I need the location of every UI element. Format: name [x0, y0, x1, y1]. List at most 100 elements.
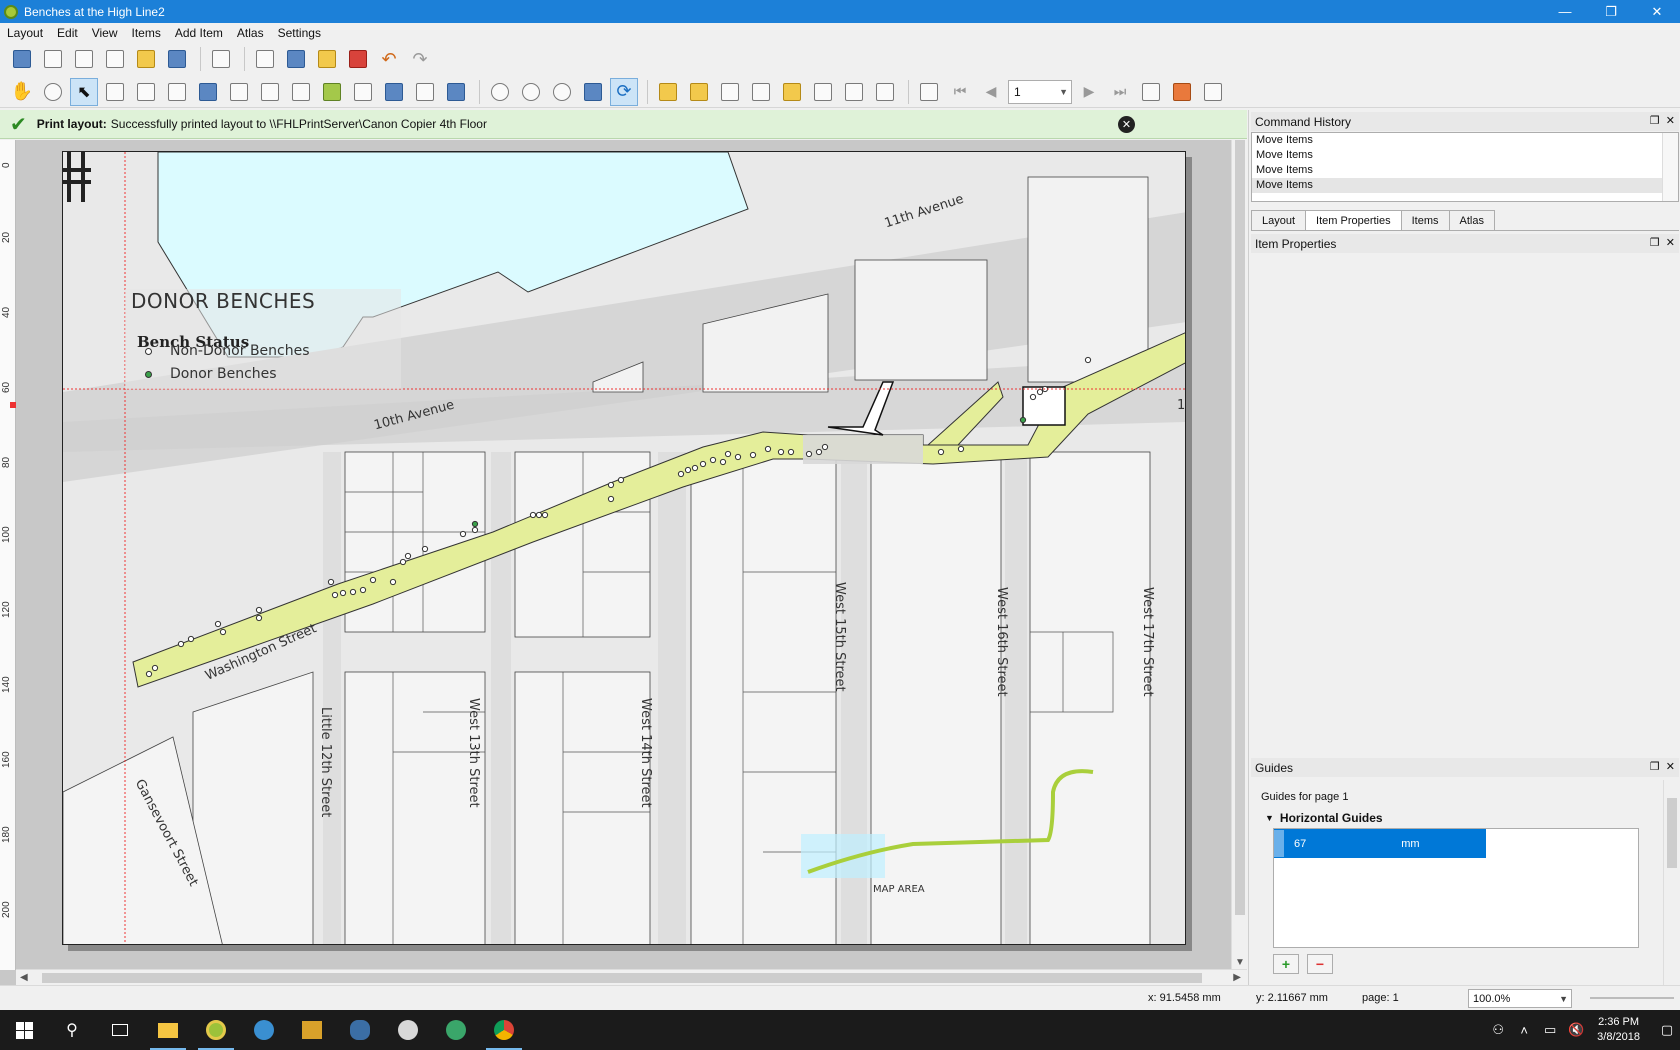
close-panel-icon[interactable]: ✕: [1666, 236, 1675, 249]
guide-marker[interactable]: [10, 402, 16, 408]
print-button[interactable]: [251, 45, 279, 73]
menu-edit[interactable]: Edit: [50, 26, 85, 40]
zoom-in-button[interactable]: [486, 78, 514, 106]
close-panel-icon[interactable]: ✕: [1666, 760, 1675, 773]
list-item[interactable]: Move Items: [1252, 163, 1678, 178]
zoom-tool-button[interactable]: [39, 78, 67, 106]
map-item[interactable]: [63, 152, 1186, 945]
taskbar-app-green[interactable]: [432, 1010, 480, 1050]
unlock-items-button[interactable]: [685, 78, 713, 106]
vertical-scrollbar[interactable]: ▼: [1231, 140, 1247, 970]
refresh-button[interactable]: ⟳: [610, 77, 638, 106]
previous-feature-button[interactable]: ◀: [977, 78, 1005, 106]
move-content-button[interactable]: [101, 78, 129, 106]
list-item[interactable]: Move Items: [1252, 178, 1678, 193]
taskbar-qgis-browser[interactable]: [240, 1010, 288, 1050]
redo-button[interactable]: ↷: [406, 45, 434, 73]
align-left-button[interactable]: [809, 78, 837, 106]
add-label-button[interactable]: [225, 78, 253, 106]
tab-atlas[interactable]: Atlas: [1448, 210, 1495, 230]
add-legend-button[interactable]: [256, 78, 284, 106]
taskbar-app-globe[interactable]: [384, 1010, 432, 1050]
export-pdf-button[interactable]: [344, 45, 372, 73]
float-panel-icon[interactable]: ❐: [1650, 236, 1660, 249]
save-template-button[interactable]: [163, 45, 191, 73]
chevron-up-icon[interactable]: ˄: [1511, 1023, 1537, 1038]
legend-item-donor[interactable]: Donor Benches: [145, 366, 277, 382]
layout-manager-button[interactable]: [101, 45, 129, 73]
ungroup-button[interactable]: [747, 78, 775, 106]
taskbar-chrome[interactable]: [480, 1010, 528, 1050]
close-panel-icon[interactable]: ✕: [1666, 114, 1675, 127]
scroll-down-arrow-icon[interactable]: ▼: [1235, 957, 1245, 968]
search-button[interactable]: ⚲: [48, 1010, 96, 1050]
taskbar-file-explorer[interactable]: [144, 1010, 192, 1050]
minimize-button[interactable]: —: [1542, 0, 1588, 23]
menu-add-item[interactable]: Add Item: [168, 26, 230, 40]
close-message-button[interactable]: ✕: [1118, 116, 1135, 133]
collapse-triangle-icon[interactable]: ▼: [1265, 813, 1274, 823]
horizontal-guides-table[interactable]: 67 mm: [1273, 828, 1639, 948]
add-arrow-button[interactable]: [349, 78, 377, 106]
select-tool-button[interactable]: ⬉: [70, 77, 98, 106]
close-button[interactable]: ✕: [1634, 0, 1680, 23]
export-image-button[interactable]: [282, 45, 310, 73]
zoom-full-button[interactable]: [579, 78, 607, 106]
add-map-button[interactable]: [163, 78, 191, 106]
scroll-left-arrow-icon[interactable]: ◀: [20, 972, 28, 983]
add-table-button[interactable]: [442, 78, 470, 106]
undo-button[interactable]: ↶: [375, 45, 403, 73]
remove-guide-button[interactable]: −: [1307, 954, 1333, 974]
volume-muted-icon[interactable]: 🔇: [1563, 1022, 1589, 1038]
save-button[interactable]: [8, 45, 36, 73]
resize-button[interactable]: [871, 78, 899, 106]
add-html-button[interactable]: [411, 78, 439, 106]
add-node-item-button[interactable]: [380, 78, 408, 106]
add-scalebar-button[interactable]: [287, 78, 315, 106]
open-template-button[interactable]: [132, 45, 160, 73]
export-atlas-button[interactable]: [1168, 78, 1196, 106]
taskbar-pgadmin[interactable]: [336, 1010, 384, 1050]
menu-atlas[interactable]: Atlas: [230, 26, 271, 40]
guide-unit[interactable]: mm: [1401, 838, 1419, 850]
clock[interactable]: 2:36 PM 3/8/2018: [1597, 1015, 1640, 1045]
task-view-button[interactable]: [96, 1010, 144, 1050]
maximize-button[interactable]: ❐: [1588, 0, 1634, 23]
zoom-actual-button[interactable]: [548, 78, 576, 106]
horizontal-scrollbar[interactable]: ◀ ▶: [16, 969, 1247, 985]
new-layout-button[interactable]: [39, 45, 67, 73]
list-item[interactable]: Move Items: [1252, 148, 1678, 163]
float-panel-icon[interactable]: ❐: [1650, 760, 1660, 773]
add-picture-button[interactable]: [194, 78, 222, 106]
guide-position-value[interactable]: 67: [1294, 838, 1306, 850]
legend-item-non-donor[interactable]: Non-Donor Benches: [145, 343, 310, 359]
scrollbar-thumb[interactable]: [42, 973, 1202, 983]
zoom-out-button[interactable]: [517, 78, 545, 106]
duplicate-layout-button[interactable]: [70, 45, 98, 73]
vertical-ruler[interactable]: 0 20 40 60 80 100 120 140 160 180 200: [0, 140, 16, 970]
tab-item-properties[interactable]: Item Properties: [1305, 210, 1402, 231]
legend-title[interactable]: DONOR BENCHES: [131, 289, 315, 313]
taskbar-qgis[interactable]: [192, 1010, 240, 1050]
pan-tool-button[interactable]: ✋: [8, 78, 36, 106]
layout-canvas[interactable]: 0 20 40 60 80 100 120 140 160 180 200 DO…: [0, 140, 1247, 985]
network-icon[interactable]: ▭: [1537, 1022, 1563, 1038]
float-panel-icon[interactable]: ❐: [1650, 114, 1660, 127]
first-feature-button[interactable]: ⏮: [946, 78, 974, 106]
table-row[interactable]: 67 mm: [1274, 829, 1486, 858]
next-feature-button[interactable]: ▶: [1075, 78, 1103, 106]
edit-nodes-button[interactable]: [132, 78, 160, 106]
menu-items[interactable]: Items: [125, 26, 168, 40]
distribute-button[interactable]: [840, 78, 868, 106]
notifications-icon[interactable]: ▢: [1654, 1022, 1680, 1038]
add-shape-button[interactable]: [318, 78, 346, 106]
people-icon[interactable]: ⚇: [1485, 1022, 1511, 1038]
atlas-preview-button[interactable]: [915, 78, 943, 106]
list-item[interactable]: Move Items: [1252, 133, 1678, 148]
raise-items-button[interactable]: [778, 78, 806, 106]
lock-items-button[interactable]: [654, 78, 682, 106]
zoom-slider[interactable]: [1590, 997, 1674, 999]
scrollbar-thumb[interactable]: [1235, 140, 1245, 915]
menu-layout[interactable]: Layout: [0, 26, 50, 40]
tab-items[interactable]: Items: [1400, 210, 1450, 230]
